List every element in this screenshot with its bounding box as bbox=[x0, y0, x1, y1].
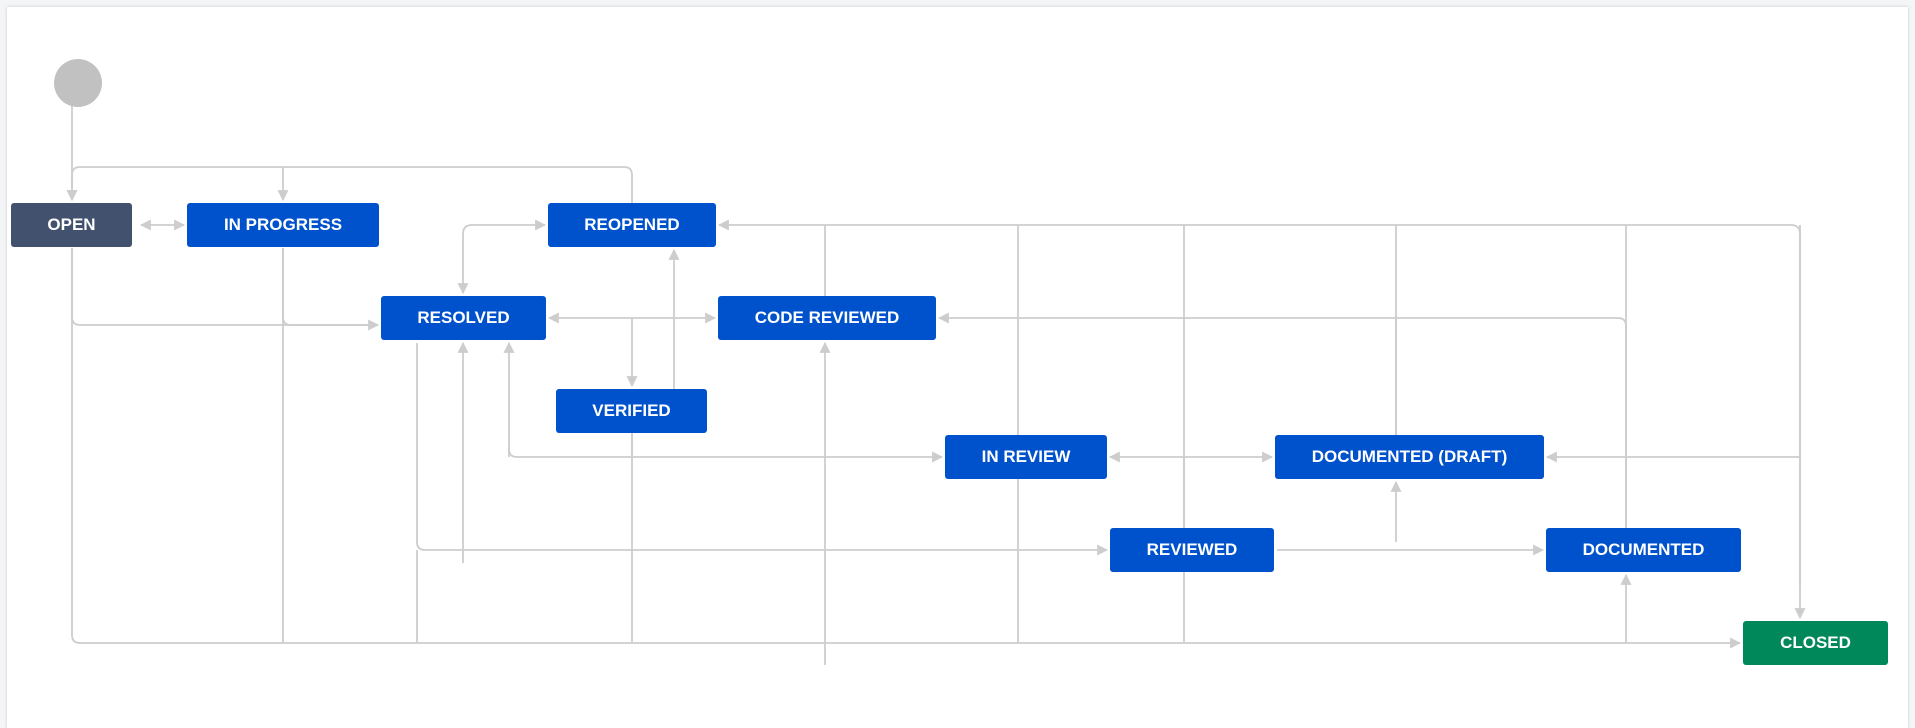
status-code-reviewed[interactable]: CODE REVIEWED bbox=[718, 296, 936, 340]
status-closed[interactable]: CLOSED bbox=[1743, 621, 1888, 665]
status-verified[interactable]: VERIFIED bbox=[556, 389, 707, 433]
transition-line bbox=[457, 219, 547, 295]
transition-line bbox=[71, 248, 380, 331]
workflow-canvas: OPEN IN PROGRESS REOPENED RESOLVED CODE … bbox=[7, 7, 1908, 728]
status-resolved[interactable]: RESOLVED bbox=[381, 296, 546, 340]
transition-line bbox=[937, 312, 1627, 528]
status-reopened[interactable]: REOPENED bbox=[548, 203, 716, 247]
status-in-review[interactable]: IN REVIEW bbox=[945, 435, 1107, 479]
status-open[interactable]: OPEN bbox=[11, 203, 132, 247]
status-documented[interactable]: DOCUMENTED bbox=[1546, 528, 1741, 572]
status-documented-draft[interactable]: DOCUMENTED (DRAFT) bbox=[1275, 435, 1544, 479]
start-node bbox=[54, 59, 102, 107]
transition-line bbox=[282, 248, 378, 326]
status-reviewed[interactable]: REVIEWED bbox=[1110, 528, 1274, 572]
status-in-progress[interactable]: IN PROGRESS bbox=[187, 203, 379, 247]
transition-lines bbox=[66, 100, 1806, 665]
transition-line bbox=[508, 448, 944, 463]
transition-line bbox=[66, 166, 633, 203]
